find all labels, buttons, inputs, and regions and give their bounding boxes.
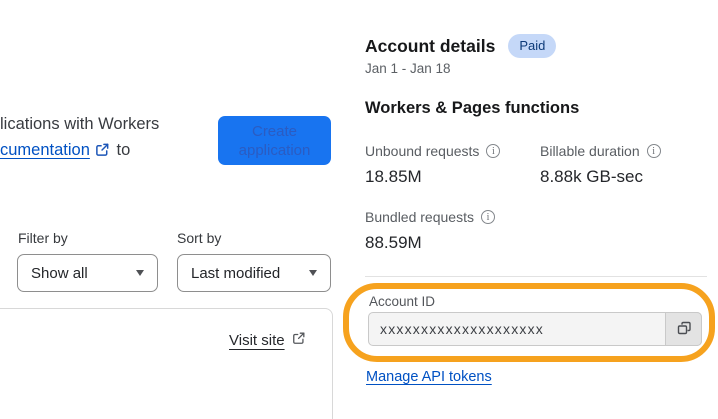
stat-label: Billable duration <box>540 143 640 159</box>
functions-section-title: Workers & Pages functions <box>365 99 580 117</box>
chevron-down-icon <box>309 270 317 276</box>
account-details-title: Account details <box>365 35 496 56</box>
sort-by-label: Sort by <box>177 230 222 246</box>
stat-value: 18.85M <box>365 167 422 186</box>
filter-by-label: Filter by <box>18 230 68 246</box>
account-id-field <box>368 312 702 346</box>
paid-plan-badge: Paid <box>508 34 557 58</box>
filter-dropdown-value: Show all <box>31 264 88 282</box>
visit-site-link[interactable]: Visit site <box>229 331 306 350</box>
stat-unbound-requests: Unbound requests i 18.85M <box>365 143 501 187</box>
billing-date-range: Jan 1 - Jan 18 <box>365 61 451 76</box>
stat-billable-duration: Billable duration i 8.88k GB-sec <box>540 143 661 187</box>
documentation-link[interactable]: cumentation <box>0 141 90 159</box>
info-icon[interactable]: i <box>486 144 501 158</box>
stat-label: Unbound requests <box>365 143 480 159</box>
chevron-down-icon <box>136 270 144 276</box>
intro-line1: lications with Workers <box>0 115 160 133</box>
filter-dropdown[interactable]: Show all <box>17 254 158 292</box>
account-details-header: Account details Paid <box>365 34 557 58</box>
stat-bundled-requests: Bundled requests i 88.59M <box>365 209 495 253</box>
manage-api-tokens-link[interactable]: Manage API tokens <box>366 369 492 385</box>
copy-button[interactable] <box>665 312 702 346</box>
info-icon[interactable]: i <box>646 144 661 158</box>
create-application-button[interactable]: Create application <box>218 116 331 165</box>
create-application-label: Create application <box>238 122 311 159</box>
visit-site-label: Visit site <box>229 332 285 349</box>
external-link-icon <box>95 139 110 165</box>
section-divider <box>365 276 707 277</box>
intro-text: lications with Workers cumentation to <box>0 111 240 165</box>
info-icon[interactable]: i <box>480 210 495 224</box>
external-link-icon <box>292 331 306 350</box>
sort-dropdown[interactable]: Last modified <box>177 254 331 292</box>
account-id-label: Account ID <box>369 294 436 309</box>
account-id-input[interactable] <box>368 312 702 346</box>
stat-value: 8.88k GB-sec <box>540 167 643 186</box>
copy-icon <box>676 320 692 339</box>
intro-suffix: to <box>116 141 131 159</box>
stat-value: 88.59M <box>365 233 422 252</box>
workers-pages-screen: lications with Workers cumentation to Cr… <box>0 0 718 419</box>
sort-dropdown-value: Last modified <box>191 264 281 282</box>
stat-label: Bundled requests <box>365 209 474 225</box>
projects-card <box>0 308 333 419</box>
